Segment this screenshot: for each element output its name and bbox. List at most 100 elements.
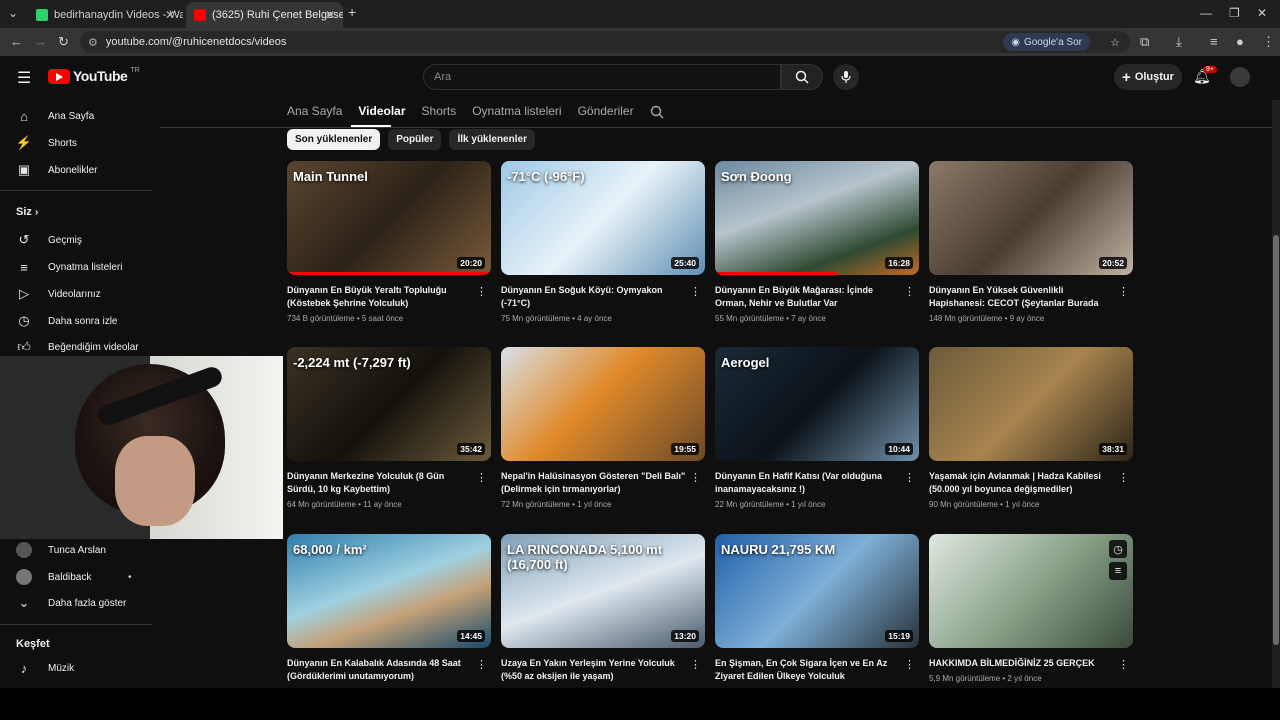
video-title[interactable]: Yaşamak için Avlanmak | Hadza Kabilesi (… — [929, 470, 1114, 496]
video-title[interactable]: Dünyanın En Soğuk Köyü: Oymyakon (-71°C) — [501, 284, 686, 310]
watch-later-icon[interactable]: ◷ — [1109, 540, 1127, 558]
browser-tab-2[interactable]: (3625) Ruhi Çenet Belgeselleri ✕ — [186, 2, 343, 28]
video-thumbnail[interactable]: NAURU 21,795 KM 15:19 — [715, 534, 919, 648]
profile-icon[interactable]: ● — [1236, 34, 1244, 49]
voice-search-button[interactable] — [833, 64, 859, 90]
media-icon[interactable]: ≡ — [1210, 34, 1218, 49]
sidebar-item-music[interactable]: ♪ Müzik — [16, 660, 74, 676]
close-window-icon[interactable]: ✕ — [1257, 6, 1267, 20]
more-options-icon[interactable]: ⋮ — [690, 471, 701, 484]
more-options-icon[interactable]: ⋮ — [1118, 471, 1129, 484]
video-card[interactable]: 20:52 Dünyanın En Yüksek Güvenlikli Hapis… — [929, 161, 1133, 323]
reload-icon[interactable]: ↻ — [58, 34, 69, 50]
close-tab-icon[interactable]: ✕ — [165, 8, 175, 22]
forward-icon[interactable]: → — [34, 34, 47, 49]
youtube-logo[interactable]: YouTube TR — [48, 67, 140, 84]
tab-search-icon[interactable]: ⌄ — [8, 6, 18, 20]
scrollbar-thumb[interactable] — [1273, 235, 1279, 645]
sidebar-show-more[interactable]: ⌄ Daha fazla göster — [16, 595, 127, 611]
video-title[interactable]: Dünyanın En Yüksek Güvenlikli Hapishanes… — [929, 284, 1114, 310]
sidebar-item-watch-later[interactable]: ◷ Daha sonra izle — [16, 313, 117, 329]
video-title[interactable]: Dünyanın Merkezine Yolculuk (8 Gün Sürdü… — [287, 470, 472, 496]
video-title[interactable]: Uzaya En Yakın Yerleşim Yerine Yolculuk … — [501, 657, 686, 683]
url-field[interactable]: ⚙ youtube.com/@ruhicenetdocs/videos ◉ Go… — [80, 31, 1130, 53]
sidebar-item-your-videos[interactable]: ▷ Videolarınız — [16, 286, 101, 302]
download-icon[interactable]: ⤓ — [1176, 34, 1182, 50]
video-card[interactable]: -2,224 mt (-7,297 ft) 35:42 Dünyanın Merke… — [287, 347, 491, 509]
back-icon[interactable]: ← — [10, 34, 23, 49]
sidebar-sub-tunca-arslan[interactable]: Tunca Arslan — [16, 542, 106, 558]
add-to-queue-icon[interactable]: ≡ — [1109, 562, 1127, 580]
more-options-icon[interactable]: ⋮ — [690, 285, 701, 298]
chip-oldest[interactable]: İlk yüklenenler — [449, 129, 535, 150]
video-card[interactable]: Aerogel 10:44 Dünyanın En Hafif Katısı (Va… — [715, 347, 919, 509]
tab-videos[interactable]: Videolar — [358, 104, 405, 124]
video-card[interactable]: LA RINCONADA 5,100 mt (16,700 ft) 13:20 Uz… — [501, 534, 705, 683]
search-input[interactable]: Ara — [423, 64, 781, 90]
sidebar-item-playlists[interactable]: ≡ Oynatma listeleri — [16, 259, 122, 275]
more-options-icon[interactable]: ⋮ — [1118, 285, 1129, 298]
video-card[interactable]: NAURU 21,795 KM 15:19 En Şişman, En Çok Si… — [715, 534, 919, 683]
channel-search-icon[interactable] — [650, 105, 664, 119]
extensions-icon[interactable]: ⧉ — [1140, 34, 1149, 50]
video-thumbnail[interactable]: Main Tunnel 20:20 — [287, 161, 491, 275]
video-thumbnail[interactable]: LA RINCONADA 5,100 mt (16,700 ft) 13:20 — [501, 534, 705, 648]
more-options-icon[interactable]: ⋮ — [904, 471, 915, 484]
new-tab-icon[interactable]: + — [348, 4, 356, 20]
hamburger-menu-icon[interactable]: ☰ — [17, 68, 31, 88]
minimize-icon[interactable]: — — [1200, 6, 1212, 20]
video-thumbnail[interactable]: 38:31 — [929, 347, 1133, 461]
video-title[interactable]: Dünyanın En Kalabalık Adasında 48 Saat (… — [287, 657, 472, 683]
more-options-icon[interactable]: ⋮ — [904, 285, 915, 298]
sidebar-item-shorts[interactable]: ⚡ Shorts — [16, 135, 77, 151]
sidebar-item-subscriptions[interactable]: ▣ Abonelikler — [16, 162, 98, 178]
create-button[interactable]: + Oluştur — [1114, 64, 1182, 90]
tab-posts[interactable]: Gönderiler — [578, 104, 634, 124]
video-title[interactable]: Nepal'in Halüsinasyon Gösteren "Deli Bal… — [501, 470, 686, 496]
maximize-icon[interactable]: ❐ — [1229, 6, 1240, 20]
menu-kebab-icon[interactable]: ⋮ — [1262, 34, 1275, 50]
video-card[interactable]: 38:31 Yaşamak için Avlanmak | Hadza Kabil… — [929, 347, 1133, 509]
video-card[interactable]: Main Tunnel 20:20 Dünyanın En Büyük Yeralt… — [287, 161, 491, 323]
video-thumbnail[interactable]: 68,000 / km² 14:45 — [287, 534, 491, 648]
tab-playlists[interactable]: Oynatma listeleri — [472, 104, 561, 124]
video-card[interactable]: ◷ ≡ HAKKIMDA BİLMEDİĞİNİZ 25 GERÇEK 5,9 Mn … — [929, 534, 1133, 683]
more-options-icon[interactable]: ⋮ — [476, 658, 487, 671]
avatar[interactable] — [1230, 67, 1250, 87]
video-thumbnail[interactable]: -2,224 mt (-7,297 ft) 35:42 — [287, 347, 491, 461]
tab-home[interactable]: Ana Sayfa — [287, 104, 342, 124]
tab-shorts[interactable]: Shorts — [422, 104, 457, 124]
video-card[interactable]: 19:55 Nepal'in Halüsinasyon Gösteren "Del… — [501, 347, 705, 509]
chip-popular[interactable]: Popüler — [388, 129, 442, 150]
sidebar-you-header[interactable]: Siz › — [16, 206, 38, 218]
sidebar-item-home[interactable]: ⌂ Ana Sayfa — [16, 108, 94, 124]
video-card[interactable]: Sơn Đoong 16:28 Dünyanın En Büyük Mağarası… — [715, 161, 919, 323]
google-sor-button[interactable]: ◉ Google'a Sor — [1003, 33, 1090, 51]
video-thumbnail[interactable]: Aerogel 10:44 — [715, 347, 919, 461]
search-button[interactable] — [781, 64, 823, 90]
video-title[interactable]: Dünyanın En Büyük Mağarası: İçinde Orman… — [715, 284, 900, 310]
video-title[interactable]: Dünyanın En Hafif Katısı (Var olduğuna i… — [715, 470, 900, 496]
video-thumbnail[interactable]: -71°C (-96°F) 25:40 — [501, 161, 705, 275]
more-options-icon[interactable]: ⋮ — [476, 471, 487, 484]
video-card[interactable]: 68,000 / km² 14:45 Dünyanın En Kalabalık A… — [287, 534, 491, 683]
sidebar-item-history[interactable]: ↺ Geçmiş — [16, 232, 82, 248]
close-tab-icon[interactable]: ✕ — [325, 8, 335, 22]
more-options-icon[interactable]: ⋮ — [476, 285, 487, 298]
video-title[interactable]: En Şişman, En Çok Sigara İçen ve En Az Z… — [715, 657, 900, 683]
bookmark-star-icon[interactable]: ☆ — [1110, 36, 1120, 49]
chip-latest[interactable]: Son yüklenenler — [287, 129, 381, 150]
video-thumbnail[interactable]: 20:52 — [929, 161, 1133, 275]
browser-tab-1[interactable]: bedirhanaydin Videos - Watch ✕ — [28, 2, 183, 28]
more-options-icon[interactable]: ⋮ — [1118, 658, 1129, 671]
site-info-icon[interactable]: ⚙ — [88, 36, 98, 49]
video-thumbnail[interactable]: ◷ ≡ — [929, 534, 1133, 648]
video-thumbnail[interactable]: 19:55 — [501, 347, 705, 461]
video-title[interactable]: Dünyanın En Büyük Yeraltı Topluluğu (Kös… — [287, 284, 472, 310]
more-options-icon[interactable]: ⋮ — [690, 658, 701, 671]
video-card[interactable]: -71°C (-96°F) 25:40 Dünyanın En Soğuk Köyü… — [501, 161, 705, 323]
sidebar-item-liked[interactable]: 👍︎ Beğendiğim videolar — [16, 339, 138, 355]
video-title[interactable]: HAKKIMDA BİLMEDİĞİNİZ 25 GERÇEK — [929, 657, 1114, 670]
sidebar-sub-baldiback[interactable]: Baldiback • — [16, 569, 132, 585]
video-thumbnail[interactable]: Sơn Đoong 16:28 — [715, 161, 919, 275]
